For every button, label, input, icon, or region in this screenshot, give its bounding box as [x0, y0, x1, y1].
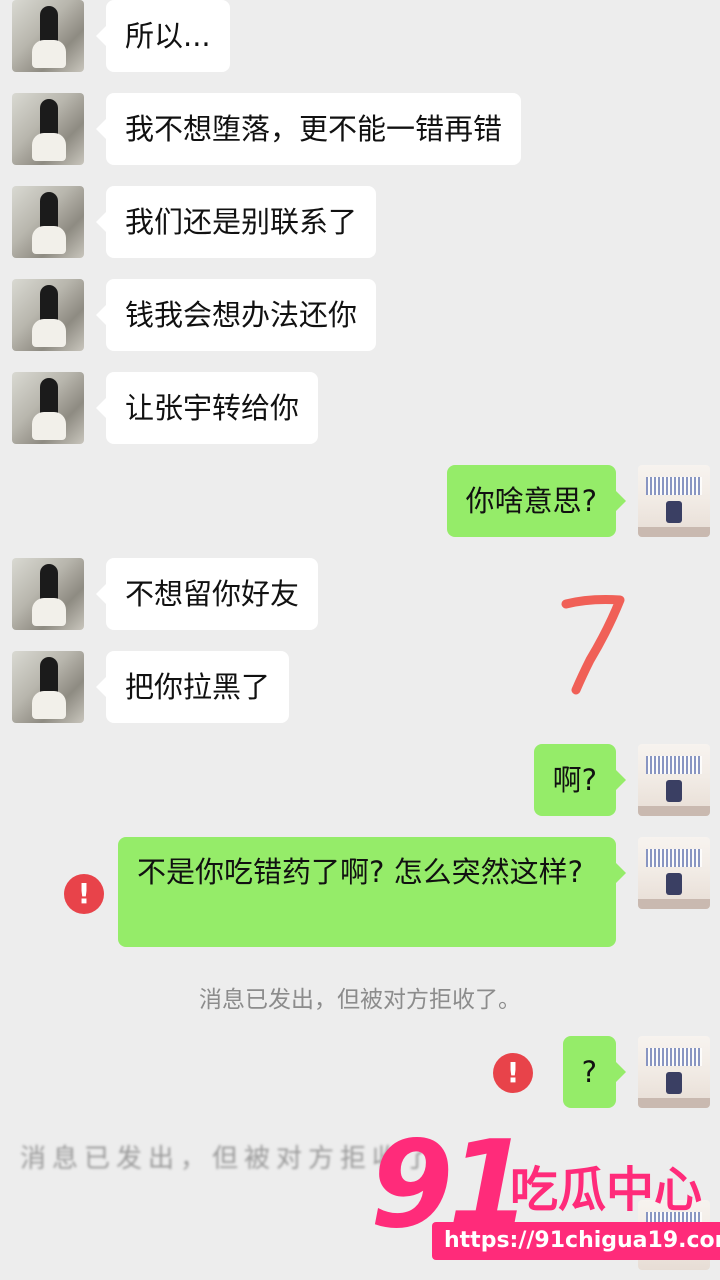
message-bubble-incoming[interactable]: 我们还是别联系了 [95, 186, 377, 258]
contact-avatar[interactable] [12, 0, 84, 72]
message-bubble-outgoing[interactable]: 啊? [533, 744, 627, 816]
contact-avatar[interactable] [12, 186, 84, 258]
watermark-logo-text: 吃瓜中心 [510, 1162, 703, 1218]
message-bubble-incoming[interactable]: 所以... [96, 0, 230, 72]
red-scribble-annotation [561, 595, 625, 695]
my-avatar[interactable] [638, 837, 710, 909]
contact-avatar[interactable] [12, 279, 84, 351]
message-bubble-incoming[interactable]: 让张宇转给你 [95, 372, 319, 444]
chat-view[interactable]: 所以... 我不想堕落，更不能一错再错 我们还是别联系了 钱我会想办法还你 让张… [0, 0, 720, 1280]
my-avatar[interactable] [638, 1036, 710, 1108]
message-bubble-outgoing[interactable]: 你啥意思? [446, 465, 627, 537]
message-bubble-outgoing[interactable]: ? [562, 1036, 627, 1108]
message-bubble-incoming[interactable]: 我不想堕落，更不能一错再错 [95, 93, 522, 165]
contact-avatar[interactable] [12, 93, 84, 165]
rejected-notice: 消息已发出，但被对方拒收了。 [199, 987, 521, 1013]
send-failed-icon[interactable]: ! [493, 1053, 533, 1093]
contact-avatar[interactable] [12, 558, 84, 630]
send-failed-icon[interactable]: ! [64, 874, 104, 914]
message-bubble-outgoing[interactable]: 不是你吃错药了啊? 怎么突然这样? [118, 837, 626, 947]
contact-avatar[interactable] [12, 372, 84, 444]
message-bubble-incoming[interactable]: 钱我会想办法还你 [95, 279, 377, 351]
my-avatar[interactable] [638, 465, 710, 537]
site-watermark: 91 吃瓜中心 https://91chigua19.com [370, 1126, 720, 1266]
message-bubble-incoming[interactable]: 把你拉黑了 [95, 651, 290, 723]
watermark-url: https://91chigua19.com [432, 1222, 720, 1260]
message-bubble-incoming[interactable]: 不想留你好友 [95, 558, 319, 630]
contact-avatar[interactable] [12, 651, 84, 723]
my-avatar[interactable] [638, 744, 710, 816]
